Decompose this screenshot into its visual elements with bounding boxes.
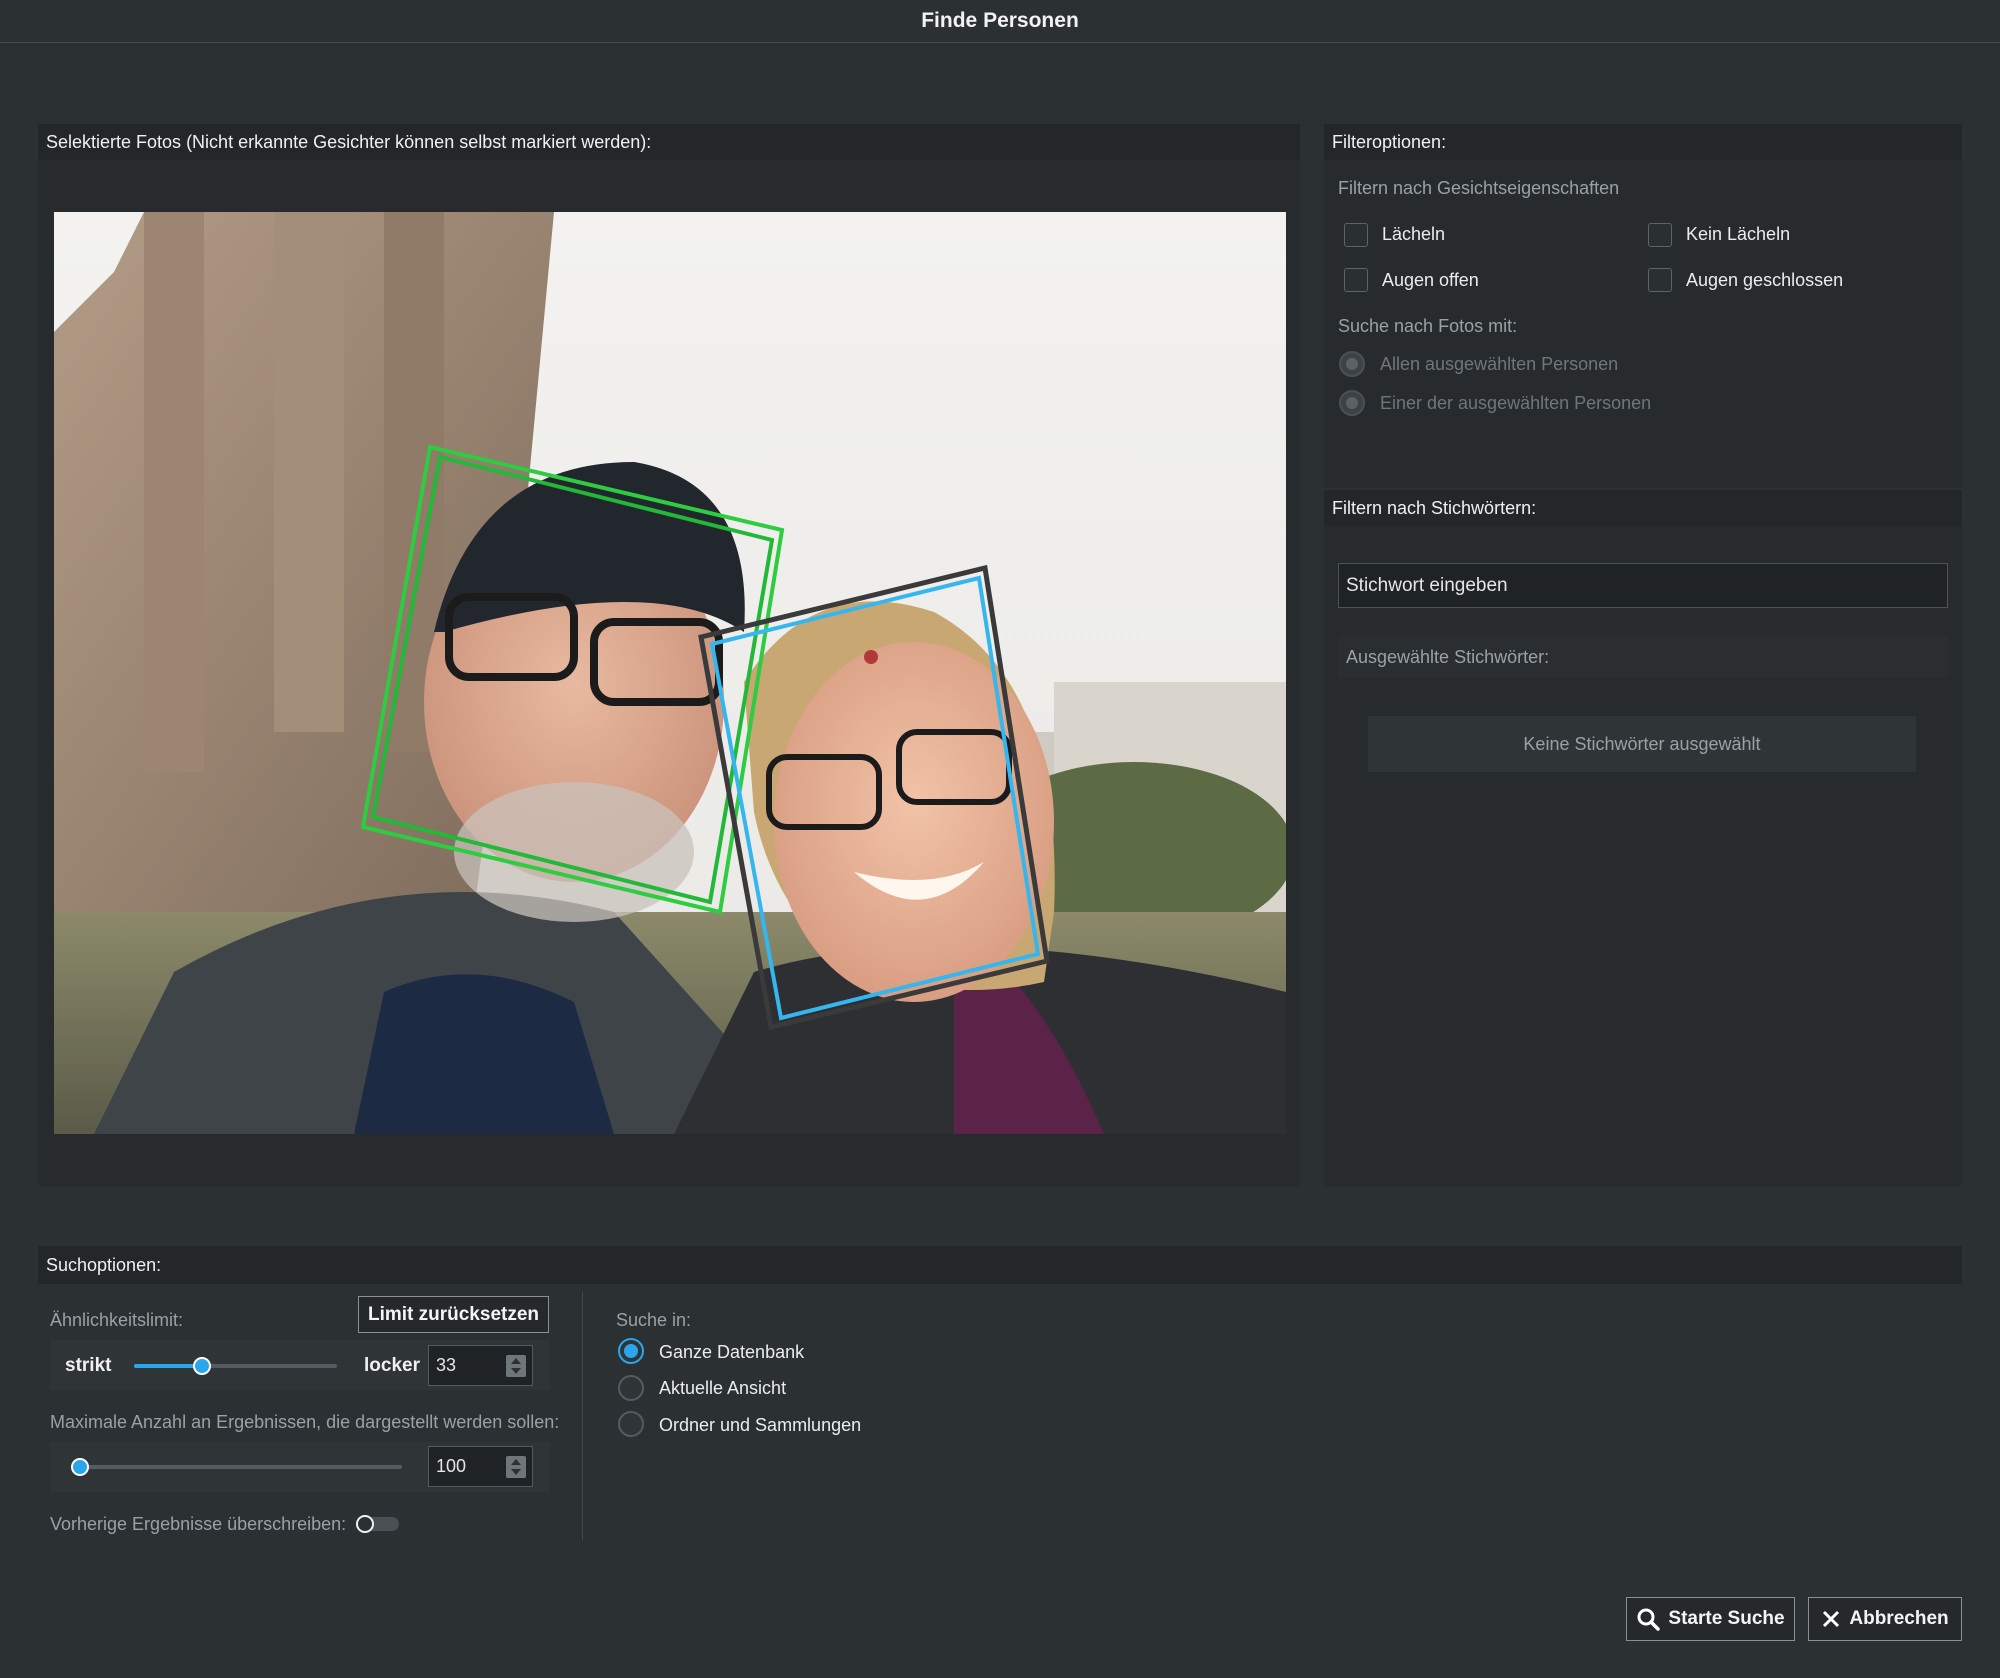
radio-current-view-label: Aktuelle Ansicht: [659, 1378, 787, 1398]
radio-one-person[interactable]: [1339, 390, 1365, 416]
similarity-slider-knob[interactable]: [193, 1357, 211, 1375]
keyword-panel-header: Filtern nach Stichwörtern:: [1324, 490, 1962, 526]
loose-label: locker: [364, 1355, 420, 1376]
photo-canvas: [54, 212, 1286, 1134]
radio-one-person-label: Einer der ausgewählten Personen: [1380, 393, 1652, 413]
no-smile-label: Kein Lächeln: [1686, 224, 1791, 244]
radio-folders-collections[interactable]: [618, 1411, 644, 1437]
eyes-closed-label: Augen geschlossen: [1686, 270, 1844, 290]
search-options-header: Suchoptionen:: [38, 1246, 1962, 1284]
radio-folders-collections-label: Ordner und Sammlungen: [659, 1415, 862, 1435]
smile-checkbox[interactable]: [1344, 223, 1368, 247]
radio-whole-database-label: Ganze Datenbank: [659, 1342, 805, 1362]
max-results-slider-track[interactable]: [80, 1465, 402, 1469]
reset-limit-button[interactable]: Limit zurücksetzen: [358, 1296, 549, 1333]
close-icon: [1823, 1610, 1840, 1628]
no-keywords-text: Keine Stichwörter ausgewählt: [1523, 733, 1761, 754]
photo-panel: Selektierte Fotos (Nicht erkannte Gesich…: [38, 124, 1300, 1186]
similarity-label: Ähnlichkeitslimit:: [50, 1310, 184, 1330]
cancel-label: Abbrechen: [1849, 1608, 1949, 1629]
no-smile-checkbox[interactable]: [1648, 223, 1672, 247]
window-title: Finde Personen: [0, 0, 2000, 43]
eyes-open-checkbox[interactable]: [1344, 268, 1368, 292]
smile-label: Lächeln: [1382, 224, 1446, 244]
radio-whole-database[interactable]: [618, 1338, 644, 1364]
radio-all-persons[interactable]: [1339, 351, 1365, 377]
face-props-label: Filtern nach Gesichtseigenschaften: [1338, 178, 1620, 198]
selected-photo[interactable]: [54, 212, 1286, 1134]
overwrite-toggle-knob[interactable]: [356, 1515, 374, 1533]
filter-panel-header: Filteroptionen:: [1324, 124, 1962, 160]
max-results-slider-knob[interactable]: [71, 1458, 89, 1476]
eyes-closed-checkbox[interactable]: [1648, 268, 1672, 292]
similarity-value: 33: [436, 1355, 457, 1375]
search-in-label: Suche in:: [616, 1310, 692, 1330]
no-keywords-box: Keine Stichwörter ausgewählt: [1368, 716, 1916, 772]
similarity-spinbox[interactable]: 33: [428, 1345, 533, 1386]
max-results-spin-arrows[interactable]: [506, 1455, 526, 1478]
strict-label: strikt: [65, 1355, 112, 1376]
radio-current-view[interactable]: [618, 1375, 644, 1401]
radio-all-persons-label: Allen ausgewählten Personen: [1380, 354, 1619, 374]
options-divider: [582, 1292, 583, 1540]
photo-panel-header: Selektierte Fotos (Nicht erkannte Gesich…: [38, 124, 1300, 160]
start-search-button[interactable]: Starte Suche: [1626, 1597, 1795, 1641]
selected-keywords-header: Ausgewählte Stichwörter:: [1338, 636, 1948, 678]
similarity-spin-arrows[interactable]: [506, 1354, 526, 1377]
overwrite-label: Vorherige Ergebnisse überschreiben:: [50, 1514, 347, 1534]
search-with-label: Suche nach Fotos mit:: [1338, 316, 1518, 336]
cancel-button[interactable]: Abbrechen: [1808, 1597, 1962, 1641]
eyes-open-label: Augen offen: [1382, 270, 1479, 290]
max-results-label: Maximale Anzahl an Ergebnissen, die darg…: [50, 1412, 560, 1432]
max-results-value: 100: [436, 1456, 467, 1476]
search-icon: [1637, 1608, 1661, 1631]
max-results-spinbox[interactable]: 100: [428, 1446, 533, 1487]
selected-keywords-label: Ausgewählte Stichwörter:: [1346, 646, 1550, 667]
start-search-label: Starte Suche: [1668, 1608, 1785, 1629]
keyword-input[interactable]: Stichwort eingeben: [1338, 563, 1948, 608]
